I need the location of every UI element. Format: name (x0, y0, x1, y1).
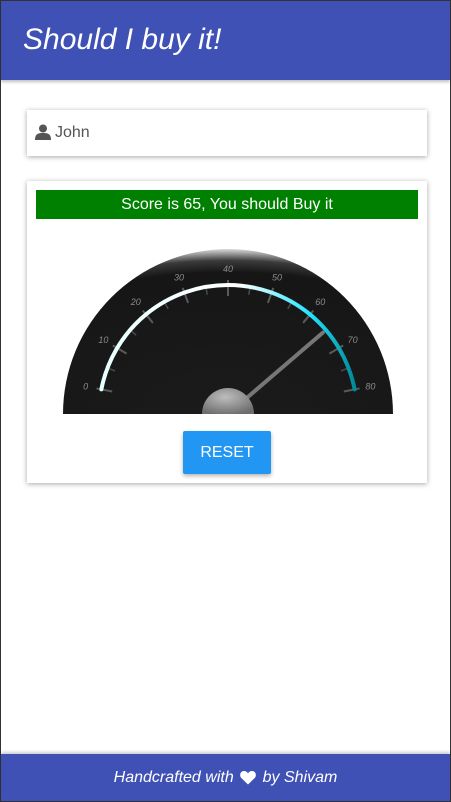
gauge-tick-label: 70 (348, 335, 358, 345)
app-footer: Handcrafted with by Shivam (1, 754, 450, 801)
gauge-card: Score is 65, You should Buy it 0 10 20 30 40 (27, 181, 427, 483)
user-icon (35, 124, 51, 140)
gauge-tick-label: 40 (223, 264, 233, 274)
reset-button[interactable]: RESET (183, 431, 271, 474)
name-value[interactable]: John (55, 124, 90, 142)
gauge-tick-label: 0 (83, 381, 88, 391)
app-header: Should I buy it! (1, 1, 450, 80)
gauge-tick-label: 30 (174, 273, 184, 283)
footer-text-after: by Shivam (262, 769, 338, 786)
name-card: John (27, 110, 427, 156)
result-banner: Score is 65, You should Buy it (36, 190, 418, 219)
gauge-tick-label: 50 (272, 273, 282, 283)
score-gauge: 0 10 20 30 40 50 60 70 80 (63, 249, 393, 414)
gauge-tick-label: 60 (315, 297, 325, 307)
page-title: Should I buy it! (23, 23, 222, 56)
heart-icon (240, 771, 257, 785)
gauge-tick-label: 80 (365, 381, 375, 391)
gauge-tick-label: 20 (130, 297, 141, 307)
gauge-tick-label: 10 (98, 335, 108, 345)
footer-text-before: Handcrafted with (113, 769, 234, 786)
